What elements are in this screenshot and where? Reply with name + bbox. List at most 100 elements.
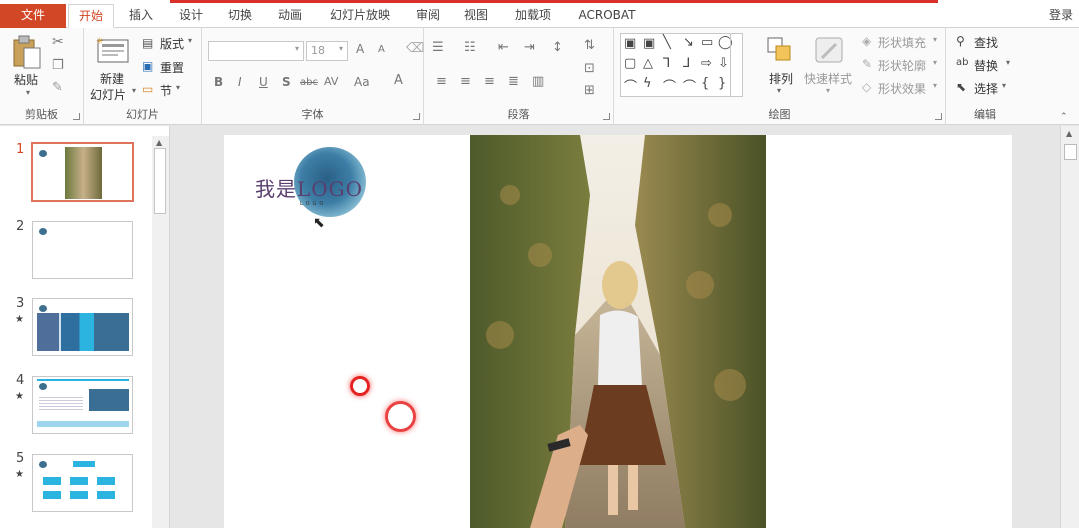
shape-outline-button[interactable]: 形状轮廓 [878, 57, 926, 74]
slide-thumbnail-1[interactable] [31, 142, 134, 202]
tab-acrobat[interactable]: ACROBAT [570, 4, 644, 28]
font-name-dropdown-icon[interactable]: ▾ [295, 44, 299, 53]
justify-icon[interactable]: ≣ [508, 74, 519, 89]
tab-transitions[interactable]: 切换 [219, 4, 261, 28]
slide-scroll-thumb[interactable] [1064, 144, 1077, 160]
clear-format-icon[interactable]: ⌫ [406, 41, 424, 56]
paste-dropdown-icon[interactable]: ▾ [26, 88, 30, 97]
vertical-textbox-shape-icon[interactable]: ▣ [643, 36, 655, 51]
clipboard-launcher-icon[interactable] [73, 113, 80, 120]
replace-dropdown-icon[interactable]: ▾ [1006, 58, 1010, 67]
login-link[interactable]: 登录 [1049, 6, 1073, 23]
font-size-dropdown-icon[interactable]: ▾ [339, 44, 343, 53]
quick-styles-icon[interactable] [814, 36, 846, 69]
quick-styles-button[interactable]: 快速样式 [804, 70, 852, 87]
right-brace-shape-icon[interactable]: } [718, 76, 726, 91]
paste-button[interactable]: 粘贴 [14, 71, 38, 88]
columns-icon[interactable]: ▥ [532, 74, 544, 89]
grow-font-icon[interactable]: A [356, 42, 364, 56]
tab-design[interactable]: 设计 [170, 4, 212, 28]
line-spacing-icon[interactable]: ↕ [552, 40, 563, 55]
slide-thumbnail-2[interactable] [32, 221, 133, 279]
align-center-icon[interactable]: ≡ [460, 74, 471, 89]
slide-thumbnail-3[interactable] [32, 298, 133, 356]
slide-scroll-up-icon[interactable]: ▲ [1066, 129, 1072, 138]
new-slide-icon[interactable]: ✳ [96, 36, 132, 69]
arrow-line-shape-icon[interactable]: ↘ [683, 35, 694, 50]
freeform-shape-icon[interactable]: ⌒ [624, 76, 637, 95]
replace-button[interactable]: 替换 [974, 57, 998, 74]
shape-effects-button[interactable]: 形状效果 [878, 80, 926, 97]
shrink-font-icon[interactable]: A [378, 44, 385, 55]
align-right-icon[interactable]: ≡ [484, 74, 495, 89]
shapes-gallery-scroll[interactable] [730, 34, 742, 96]
textbox-shape-icon[interactable]: ▣ [624, 36, 636, 51]
new-slide-button[interactable]: 新建 [100, 70, 124, 87]
drawing-launcher-icon[interactable] [935, 113, 942, 120]
font-launcher-icon[interactable] [413, 113, 420, 120]
layout-dropdown-icon[interactable]: ▾ [188, 36, 192, 45]
rounded-rect-shape-icon[interactable]: ▢ [624, 56, 636, 71]
shadow-button[interactable]: S [282, 75, 291, 89]
triangle-shape-icon[interactable]: △ [643, 56, 653, 71]
arc-shape-icon[interactable]: ⌒ [683, 76, 696, 95]
layout-button[interactable]: 版式 [160, 35, 184, 52]
slide-vertical-scrollbar[interactable]: ▲ [1060, 126, 1079, 528]
align-left-icon[interactable]: ≡ [436, 74, 447, 89]
shapes-gallery[interactable]: ▣ ▣ ╲ ↘ ▭ ◯ ▢ △ ⅂ ⅃ ⇨ ⇩ ⌒ ϟ ⌒ ⌒ { } [620, 33, 743, 97]
shape-effects-dropdown-icon[interactable]: ▾ [933, 81, 937, 90]
align-text-icon[interactable]: ⊡ [584, 61, 595, 76]
cut-icon[interactable]: ✂ [52, 34, 64, 50]
underline-button[interactable]: U [259, 75, 268, 89]
char-spacing-button[interactable]: AV [324, 75, 338, 88]
rectangle-shape-icon[interactable]: ▭ [701, 35, 713, 50]
thumbnail-scroll-thumb[interactable] [154, 148, 166, 214]
shape-fill-button[interactable]: 形状填充 [878, 34, 926, 51]
collapse-ribbon-icon[interactable]: ⌃ [1060, 112, 1068, 122]
select-button[interactable]: 选择 [974, 80, 998, 97]
select-dropdown-icon[interactable]: ▾ [1002, 81, 1006, 90]
right-arrow-shape-icon[interactable]: ⇨ [701, 56, 712, 71]
arrange-button[interactable]: 排列 [769, 70, 793, 87]
tab-file[interactable]: 文件 [0, 4, 66, 28]
scroll-up-icon[interactable]: ▲ [156, 138, 162, 147]
change-case-button[interactable]: Aa [354, 75, 370, 89]
slide-photo-couple-hedge[interactable] [470, 135, 766, 528]
shape-outline-dropdown-icon[interactable]: ▾ [933, 58, 937, 67]
lightning-shape-icon[interactable]: ϟ [643, 76, 652, 91]
tab-home[interactable]: 开始 [68, 4, 114, 28]
slide-thumbnail-4[interactable] [32, 376, 133, 434]
decrease-indent-icon[interactable]: ⇤ [498, 40, 509, 55]
font-color-button[interactable]: A [394, 73, 403, 88]
tab-slideshow[interactable]: 幻灯片放映 [322, 4, 398, 28]
format-painter-icon[interactable]: ✎ [52, 80, 63, 95]
left-brace-shape-icon[interactable]: { [701, 76, 709, 91]
text-direction-icon[interactable]: ⇅ [584, 38, 595, 53]
arrange-icon[interactable] [766, 36, 796, 69]
elbow-arrow-shape-icon[interactable]: ⅃ [683, 56, 690, 71]
elbow-connector-shape-icon[interactable]: ⅂ [663, 56, 670, 71]
down-arrow-shape-icon[interactable]: ⇩ [718, 56, 729, 71]
arrange-dropdown-icon[interactable]: ▾ [777, 86, 781, 95]
tab-view[interactable]: 视图 [456, 4, 496, 28]
current-slide[interactable]: 我是LOGO LOGO ⬉ [224, 135, 1012, 528]
tab-addins[interactable]: 加载项 [506, 4, 560, 28]
section-button[interactable]: 节 [160, 82, 172, 99]
bullets-icon[interactable]: ☰ [432, 40, 444, 55]
paragraph-launcher-icon[interactable] [603, 113, 610, 120]
italic-button[interactable]: I [238, 75, 242, 89]
font-name-combo[interactable] [208, 41, 304, 61]
strikethrough-button[interactable]: abc [300, 77, 318, 88]
line-shape-icon[interactable]: ╲ [663, 35, 671, 50]
quick-styles-dropdown-icon[interactable]: ▾ [826, 86, 830, 95]
numbering-icon[interactable]: ☷ [464, 40, 476, 55]
paste-icon[interactable] [12, 34, 42, 73]
new-slide-dropdown-icon[interactable]: ▾ [132, 86, 136, 95]
find-button[interactable]: 查找 [974, 34, 998, 51]
increase-indent-icon[interactable]: ⇥ [524, 40, 535, 55]
curve-shape-icon[interactable]: ⌒ [663, 76, 676, 95]
slide-thumbnail-5[interactable] [32, 454, 133, 512]
copy-icon[interactable]: ❐ [52, 58, 64, 73]
thumbnail-pane-scrollbar[interactable]: ▲ [152, 136, 169, 528]
reset-button[interactable]: 重置 [160, 59, 184, 76]
